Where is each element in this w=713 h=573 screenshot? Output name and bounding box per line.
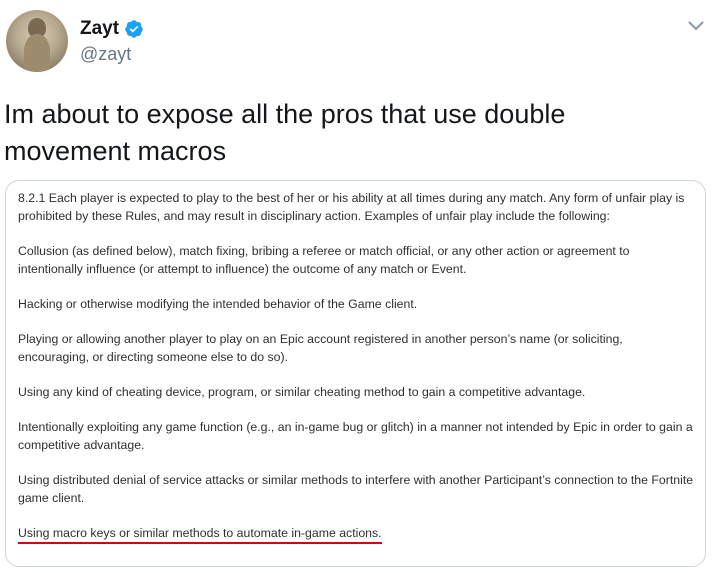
rules-item: Using any kind of cheating device, progr… xyxy=(18,385,586,399)
rules-image-card[interactable]: 8.2.1 Each player is expected to play to… xyxy=(5,180,706,567)
rules-item: Using distributed denial of service atta… xyxy=(18,473,694,505)
author-display-name[interactable]: Zayt xyxy=(80,18,119,40)
rules-text: 8.2.1 Each player is expected to play to… xyxy=(18,189,694,544)
avatar-body xyxy=(24,34,50,72)
avatar[interactable] xyxy=(6,10,68,72)
author-name-row[interactable]: Zayt xyxy=(80,18,144,40)
rules-item-underlined: Using macro keys or similar methods to a… xyxy=(18,524,382,544)
rules-item: Playing or allowing another player to pl… xyxy=(18,332,623,364)
rules-item: Hacking or otherwise modifying the inten… xyxy=(18,297,418,311)
rules-item: Collusion (as defined below), match fixi… xyxy=(18,244,630,276)
author-handle[interactable]: @zayt xyxy=(80,44,131,65)
verified-badge-icon xyxy=(125,20,143,38)
chevron-down-icon[interactable] xyxy=(687,20,705,32)
rules-item: Intentionally exploiting any game functi… xyxy=(18,420,693,452)
rules-intro: 8.2.1 Each player is expected to play to… xyxy=(18,191,685,223)
tweet-text: Im about to expose all the pros that use… xyxy=(4,99,566,166)
